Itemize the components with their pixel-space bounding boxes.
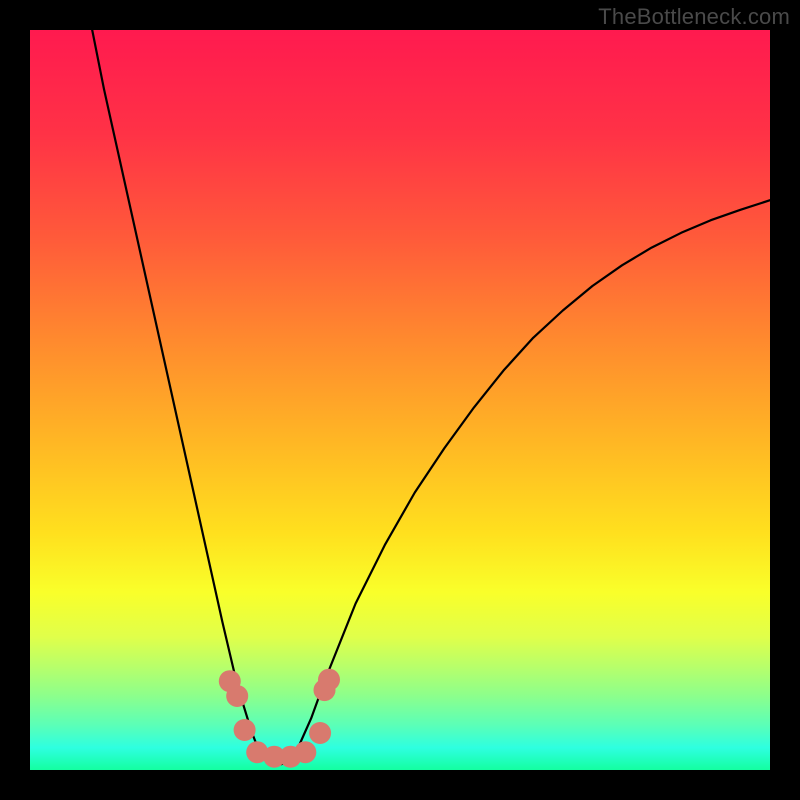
plot-area [30, 30, 770, 770]
marker-dot [318, 669, 340, 691]
marker-dot [226, 685, 248, 707]
marker-dot [234, 719, 256, 741]
chart-svg [30, 30, 770, 770]
watermark-text: TheBottleneck.com [598, 4, 790, 30]
marker-dot [294, 741, 316, 763]
chart-frame: TheBottleneck.com [0, 0, 800, 800]
marker-dot [309, 722, 331, 744]
gradient-background [30, 30, 770, 770]
